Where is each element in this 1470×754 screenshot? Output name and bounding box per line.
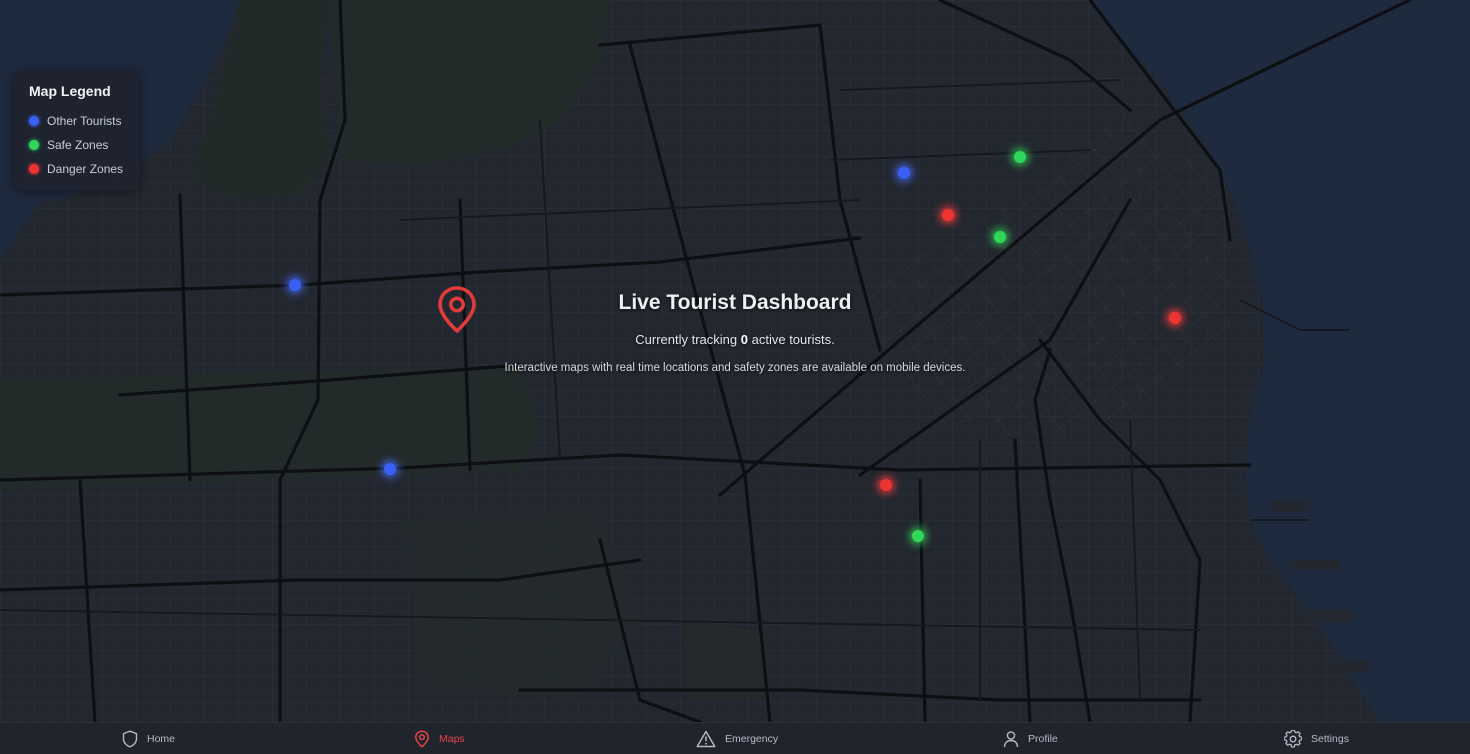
bottom-nav: Home Maps Emergency Profile Settings bbox=[0, 722, 1470, 754]
nav-item-label: Settings bbox=[1311, 733, 1349, 745]
legend-title: Map Legend bbox=[29, 83, 111, 99]
safe-zone-marker[interactable] bbox=[1014, 151, 1026, 163]
nav-item-label: Home bbox=[147, 733, 176, 745]
map-legend: Map Legend Other Tourists Safe Zones Dan… bbox=[14, 70, 140, 190]
legend-dot-green bbox=[29, 140, 39, 150]
legend-item-danger-zones: Danger Zones bbox=[29, 157, 140, 181]
legend-dot-blue bbox=[29, 116, 39, 126]
mobile-availability-note: Interactive maps with real time location… bbox=[504, 362, 966, 374]
nav-item-label: Emergency bbox=[725, 733, 779, 745]
tracking-status: Currently tracking 0 active tourists. bbox=[435, 332, 1035, 347]
nav-item-home[interactable]: Home bbox=[122, 723, 175, 754]
legend-item-label: Safe Zones bbox=[47, 138, 109, 152]
shield-icon bbox=[122, 730, 138, 748]
safe-zone-marker[interactable] bbox=[994, 231, 1006, 243]
dashboard-title: Live Tourist Dashboard bbox=[618, 291, 852, 314]
nav-item-profile[interactable]: Profile bbox=[1003, 723, 1058, 754]
legend-dot-red bbox=[29, 164, 39, 174]
legend-item-label: Danger Zones bbox=[47, 162, 124, 176]
legend-item-label: Other Tourists bbox=[47, 114, 122, 128]
gear-icon bbox=[1284, 730, 1302, 748]
nav-item-label: Maps bbox=[439, 733, 465, 745]
tracking-prefix: Currently tracking bbox=[635, 332, 738, 347]
tracking-count: 0 bbox=[740, 332, 748, 347]
tourist-marker[interactable] bbox=[898, 167, 910, 179]
nav-item-label: Profile bbox=[1028, 733, 1058, 745]
map-pin-icon bbox=[415, 730, 429, 748]
map-pin-icon bbox=[438, 286, 476, 333]
legend-item-other-tourists: Other Tourists bbox=[29, 109, 140, 133]
dashboard-overlay: Live Tourist Dashboard Currently trackin… bbox=[435, 285, 1035, 374]
safe-zone-marker[interactable] bbox=[912, 530, 924, 542]
tracking-suffix: active tourists. bbox=[751, 332, 835, 347]
danger-zone-marker[interactable] bbox=[942, 209, 954, 221]
warning-triangle-icon bbox=[696, 730, 716, 748]
map-view[interactable]: Map Legend Other Tourists Safe Zones Dan… bbox=[0, 0, 1470, 722]
danger-zone-marker[interactable] bbox=[1169, 312, 1181, 324]
tourist-marker[interactable] bbox=[289, 279, 301, 291]
user-icon bbox=[1003, 731, 1019, 748]
danger-zone-marker[interactable] bbox=[880, 479, 892, 491]
app: Map Legend Other Tourists Safe Zones Dan… bbox=[0, 0, 1470, 754]
nav-item-maps[interactable]: Maps bbox=[414, 723, 465, 754]
nav-item-emergency[interactable]: Emergency bbox=[696, 723, 778, 754]
tourist-marker[interactable] bbox=[384, 463, 396, 475]
nav-item-settings[interactable]: Settings bbox=[1284, 723, 1349, 754]
legend-item-safe-zones: Safe Zones bbox=[29, 133, 140, 157]
